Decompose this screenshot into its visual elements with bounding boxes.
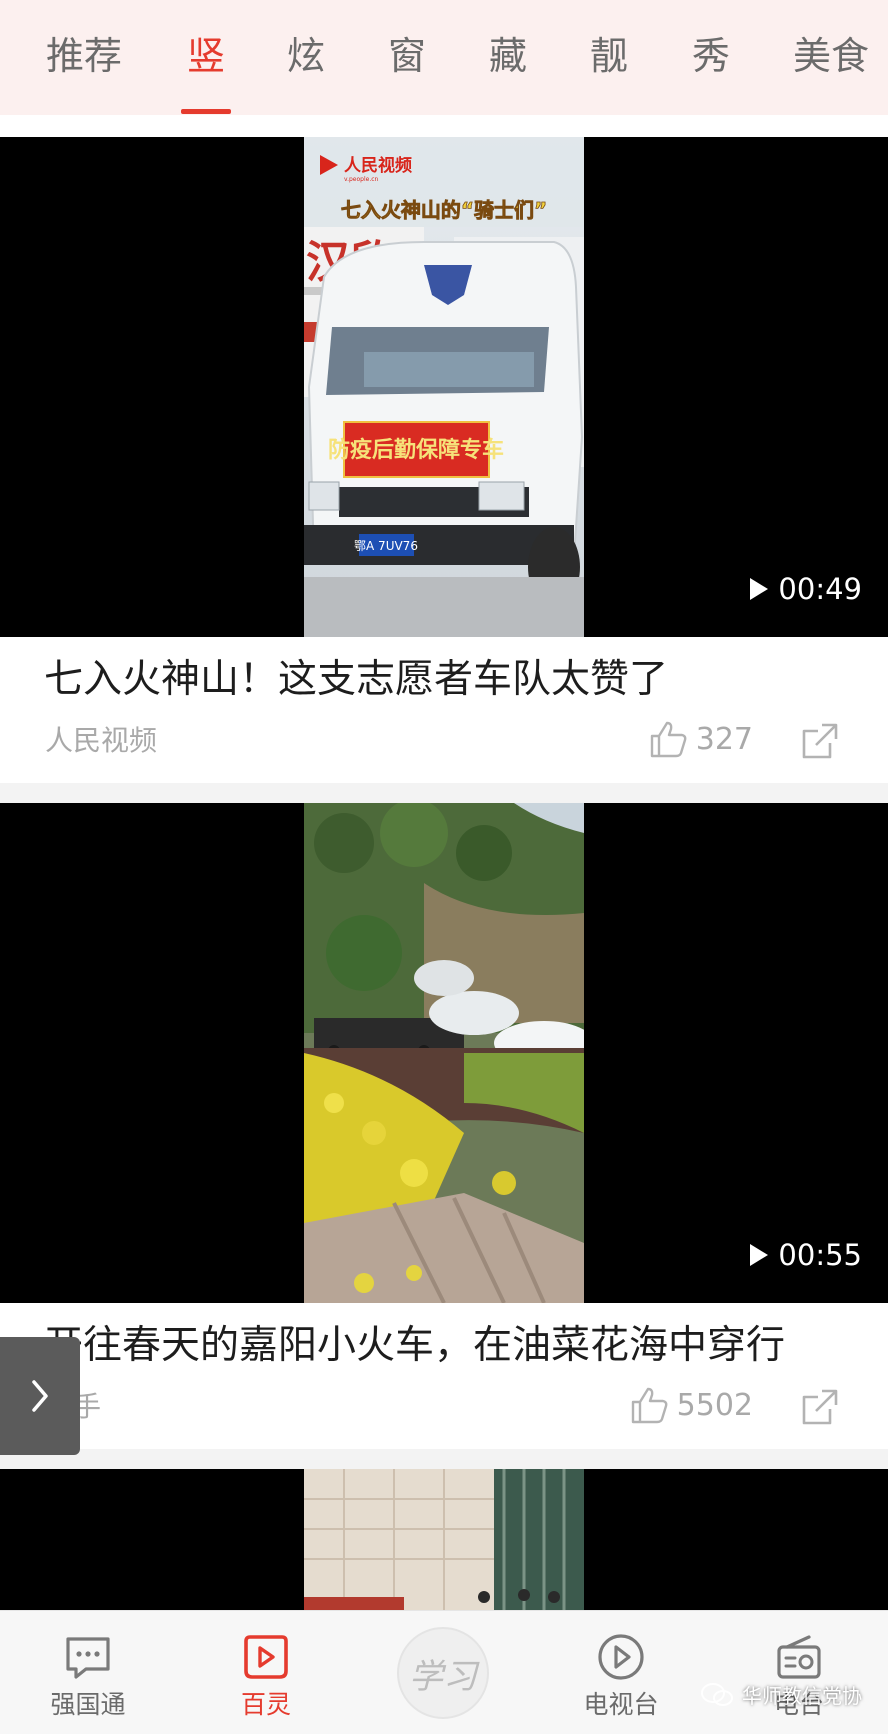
video-thumbnail — [304, 803, 584, 1303]
video-source: 人民视频 — [45, 724, 158, 757]
truck-banner-text: 防疫后勤保障专车 — [328, 437, 504, 463]
top-tab-bar: 推荐 竖 炫 窗 藏 靓 秀 美食 — [0, 0, 888, 115]
radio-icon — [777, 1635, 821, 1679]
expand-side-panel-button[interactable] — [0, 1337, 80, 1455]
nav-radio[interactable]: 电台 — [724, 1611, 874, 1734]
tab-collection[interactable]: 藏 — [489, 26, 527, 86]
video-thumbnail: 汉欣 防疫后勤保障专车 鄂A 7UV76 — [304, 137, 584, 637]
tab-food[interactable]: 美食 — [793, 26, 869, 86]
chevron-right-icon — [32, 1380, 48, 1412]
video-player[interactable]: 00:55 — [0, 803, 888, 1303]
like-button[interactable]: 327 — [648, 717, 753, 761]
play-bubble-icon — [244, 1635, 288, 1679]
duration-label: 00:49 — [778, 572, 862, 606]
thumbs-up-icon — [650, 721, 687, 758]
share-button[interactable] — [800, 721, 840, 761]
nav-label: 百灵 — [240, 1690, 291, 1719]
card-divider — [0, 783, 888, 803]
channel-logo-text: 人民视频 — [344, 155, 412, 176]
video-card[interactable]: 00:55 开往春天的嘉阳小火车，在油菜花海中穿行 快手 5502 — [0, 803, 888, 1463]
study-logo[interactable]: 学习 — [397, 1627, 489, 1719]
like-count: 5502 — [676, 1387, 753, 1423]
tab-window[interactable]: 窗 — [388, 26, 426, 86]
play-icon — [750, 578, 769, 600]
video-banner-text: 七入火神山的“骑士们” — [341, 198, 547, 222]
nav-bailing[interactable]: 百灵 — [191, 1611, 341, 1734]
video-thumbnail — [304, 1469, 584, 1610]
video-title[interactable]: 七入火神山！这支志愿者车队太赞了 — [44, 650, 864, 710]
share-icon — [802, 723, 838, 759]
bottom-navigation: 强国通 百灵 学习 电视台 电台 — [0, 1610, 888, 1734]
share-icon — [802, 1389, 838, 1425]
like-button[interactable]: 5502 — [629, 1383, 753, 1427]
share-button[interactable] — [800, 1387, 840, 1427]
play-icon — [750, 1244, 769, 1266]
active-tab-indicator — [181, 109, 231, 114]
video-card[interactable] — [0, 1469, 888, 1610]
license-plate-text: 鄂A 7UV76 — [354, 539, 418, 553]
watermark: 华师教信党协 — [700, 1680, 862, 1709]
chat-icon — [66, 1637, 110, 1679]
nav-tv[interactable]: 电视台 — [546, 1611, 696, 1734]
duration-label: 00:55 — [778, 1238, 862, 1272]
card-divider — [0, 1449, 888, 1469]
video-player[interactable] — [0, 1469, 888, 1610]
video-duration: 00:49 — [750, 571, 862, 607]
thumbs-up-icon — [631, 1387, 668, 1424]
study-logo-text: 学习 — [409, 1656, 477, 1697]
tab-pretty[interactable]: 靓 — [590, 26, 628, 86]
watermark-text: 华师教信党协 — [742, 1684, 862, 1708]
wechat-icon — [701, 1682, 733, 1706]
tab-cool[interactable]: 炫 — [287, 26, 325, 86]
channel-logo-sub: v.people.cn — [344, 176, 379, 183]
tab-show[interactable]: 秀 — [692, 26, 730, 86]
video-card[interactable]: 汉欣 防疫后勤保障专车 鄂A 7UV76 — [0, 137, 888, 767]
video-player[interactable]: 汉欣 防疫后勤保障专车 鄂A 7UV76 — [0, 137, 888, 637]
nav-label: 强国通 — [50, 1690, 126, 1719]
nav-label: 电视台 — [583, 1690, 659, 1719]
tab-vertical[interactable]: 竖 — [187, 26, 225, 86]
video-title[interactable]: 开往春天的嘉阳小火车，在油菜花海中穿行 — [44, 1316, 864, 1376]
video-duration: 00:55 — [750, 1237, 862, 1273]
tab-recommend[interactable]: 推荐 — [46, 26, 122, 86]
like-count: 327 — [695, 721, 753, 757]
tv-play-icon — [598, 1634, 644, 1680]
nav-qiangguotong[interactable]: 强国通 — [13, 1611, 163, 1734]
